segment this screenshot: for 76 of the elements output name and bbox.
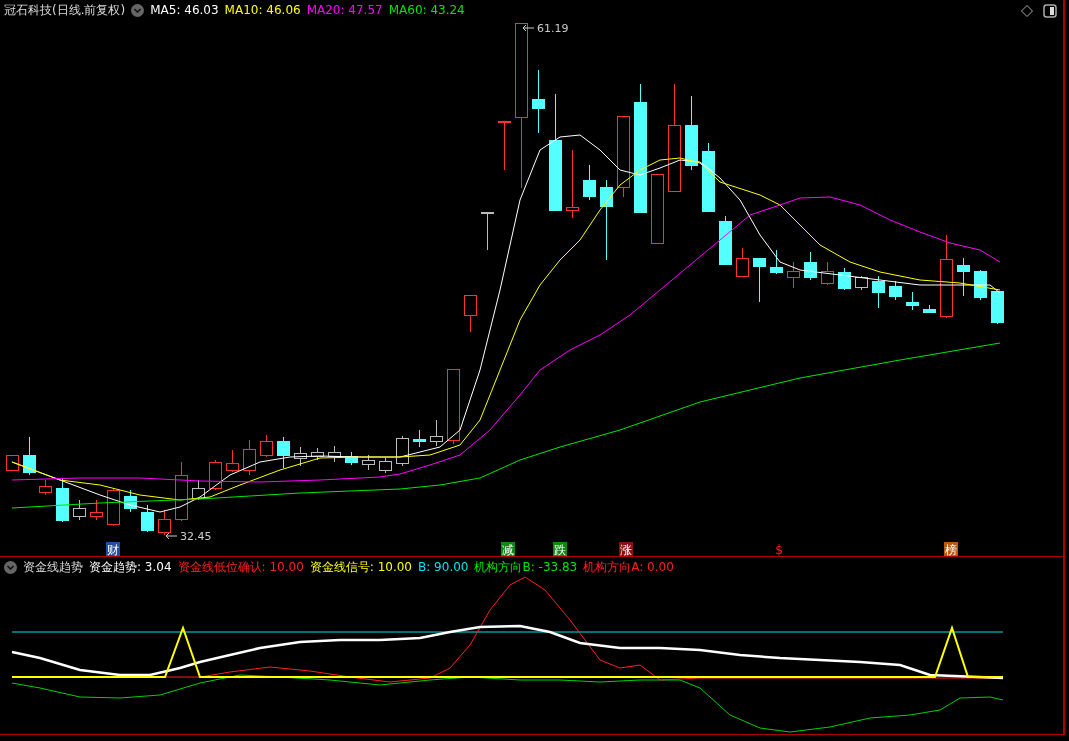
candlestick (770, 249, 783, 275)
event-tag: 榜 (944, 542, 958, 557)
candlestick (260, 434, 273, 458)
dropdown-icon[interactable] (4, 560, 17, 574)
indicator-value: MA60: 43.24 (388, 3, 465, 17)
candlestick (872, 275, 885, 309)
candlestick (6, 454, 19, 471)
candlestick (736, 247, 749, 277)
candlestick (192, 479, 205, 501)
panel-toggle-icon[interactable] (1043, 4, 1057, 18)
candlestick (226, 449, 239, 473)
indicator-value: MA20: 47.57 (306, 3, 383, 17)
event-tag: 跌 (553, 542, 567, 557)
candlestick (107, 487, 120, 527)
candlestick (464, 294, 477, 333)
candlestick (651, 173, 664, 244)
candlestick (328, 445, 341, 463)
candlestick (396, 435, 409, 467)
candlestick (821, 261, 834, 286)
candlestick (158, 509, 171, 536)
candlestick (702, 142, 715, 213)
candlestick (719, 215, 732, 266)
candlestick (141, 504, 154, 533)
candlestick (90, 499, 103, 521)
candlestick (243, 439, 256, 476)
candlestick (957, 257, 970, 297)
candlestick (413, 429, 426, 448)
candlestick (566, 149, 579, 219)
candlestick (991, 290, 1004, 325)
candlestick (498, 120, 511, 171)
candlestick (73, 499, 86, 521)
candlestick (379, 457, 392, 474)
candlestick (294, 446, 307, 467)
indicator-value: MA10: 46.06 (224, 3, 301, 17)
indicator-value: 资金线低位确认: 10.00 (177, 560, 304, 574)
candlestick (923, 304, 936, 314)
event-tag: 涨 (619, 542, 633, 557)
indicator-value: 资金趋势: 3.04 (89, 560, 172, 574)
candlestick (430, 419, 443, 447)
event-tag: 财 (106, 542, 120, 557)
indicator-value: 机构方向A: 0.00 (583, 560, 674, 574)
price-annotation-arrow (165, 532, 178, 540)
chart-title: 资金线趋势 (23, 560, 83, 574)
candlestick (787, 261, 800, 289)
candlestick (481, 211, 494, 251)
candlestick (345, 451, 358, 466)
candlestick (804, 251, 817, 281)
candlestick (532, 69, 545, 134)
candlestick (753, 257, 766, 303)
candlestick (209, 459, 222, 491)
candlestick (906, 291, 919, 311)
candlestick (889, 280, 902, 301)
candlestick (362, 454, 375, 471)
candlestick (124, 489, 137, 513)
event-tag: $ (775, 543, 783, 557)
event-tag: 减 (501, 542, 515, 557)
candlestick (855, 275, 868, 291)
price-label: 61.19 (537, 22, 569, 35)
indicator-value: MA5: 46.03 (150, 3, 219, 17)
indicator-value: 资金线信号: 10.00 (309, 560, 412, 574)
chart-title: 冠石科技(日线.前复权) (4, 3, 126, 17)
dropdown-icon[interactable] (131, 3, 145, 17)
candlestick (56, 477, 69, 523)
candlestick (39, 479, 52, 496)
candlestick (277, 436, 290, 469)
candlestick (838, 267, 851, 291)
price-annotation-arrow (522, 24, 535, 32)
candlestick (311, 447, 324, 461)
candlestick (974, 269, 987, 301)
indicator-value: 机构方向B: -33.83 (474, 560, 578, 574)
price-label: 32.45 (180, 530, 212, 543)
candlestick (583, 164, 596, 201)
candlestick (175, 461, 188, 522)
indicator-value: B: 90.00 (418, 560, 469, 574)
diamond-icon[interactable] (1021, 5, 1033, 17)
candlestick (23, 436, 36, 476)
